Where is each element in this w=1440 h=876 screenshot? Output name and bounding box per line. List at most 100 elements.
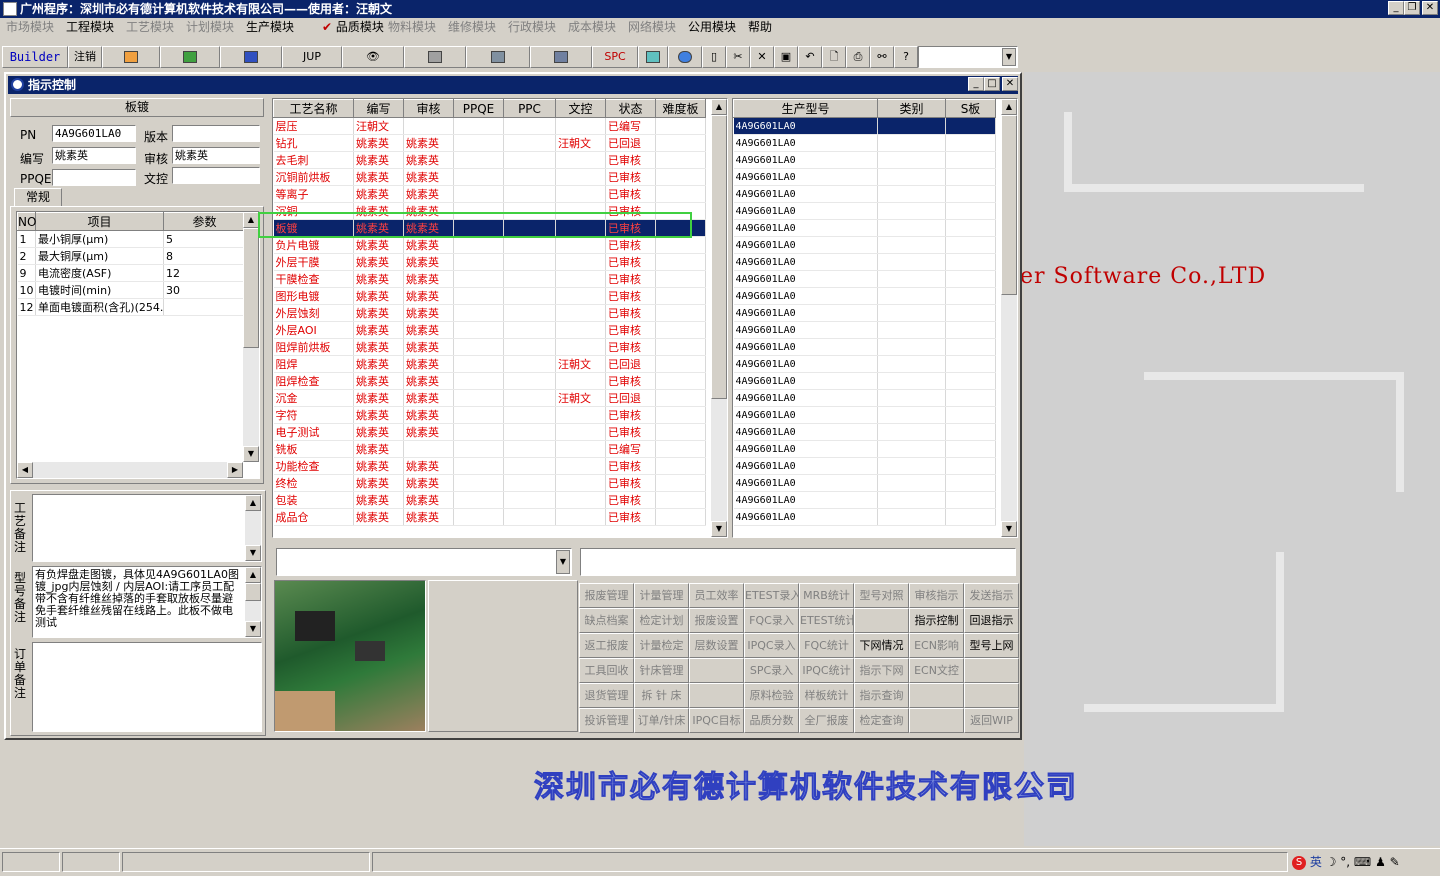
- process-row[interactable]: 外层干膜 姚素英 姚素英 已审核: [273, 253, 706, 271]
- jup-button[interactable]: JUP: [282, 46, 342, 68]
- process-row[interactable]: 钻孔 姚素英 姚素英 汪朝文 已回退: [273, 134, 706, 152]
- process-row[interactable]: 成品仓 姚素英 姚素英 已审核: [273, 508, 706, 526]
- function-button[interactable]: 工具回收: [579, 658, 634, 683]
- function-button[interactable]: 检定查询: [854, 708, 909, 733]
- scroll-down-icon[interactable]: ▼: [245, 545, 261, 561]
- undo-button[interactable]: ↶: [798, 46, 822, 68]
- preview-button[interactable]: 🗋: [822, 46, 846, 68]
- function-button[interactable]: FQC统计: [799, 633, 854, 658]
- model-row[interactable]: 4A9G601LA0: [733, 389, 996, 407]
- function-button[interactable]: [689, 658, 744, 683]
- function-button[interactable]: 返回WIP: [964, 708, 1019, 733]
- process-col-header[interactable]: 工艺名称: [273, 99, 354, 118]
- function-button[interactable]: [854, 608, 909, 633]
- function-button[interactable]: 型号对照: [854, 583, 909, 608]
- process-col-header[interactable]: 状态: [605, 99, 656, 118]
- function-button[interactable]: 检定计划: [634, 608, 689, 633]
- function-button[interactable]: 品质分数: [744, 708, 799, 733]
- model-note-vscroll[interactable]: ▲ ▼: [245, 567, 261, 637]
- param-row[interactable]: 2 最大铜厚(μm) 8: [17, 247, 246, 265]
- scroll-up-icon[interactable]: ▲: [245, 495, 261, 511]
- builder-button[interactable]: Builder: [2, 46, 68, 68]
- function-button[interactable]: SPC录入: [744, 658, 799, 683]
- print-button[interactable]: ⎙: [846, 46, 870, 68]
- process-row[interactable]: 沉铜前烘板 姚素英 姚素英 已审核: [273, 168, 706, 186]
- function-button[interactable]: MRB统计: [799, 583, 854, 608]
- process-row[interactable]: 铣板 姚素英 已编写: [273, 440, 706, 458]
- menu-item-0[interactable]: 市场模块: [6, 18, 54, 36]
- cut-button[interactable]: ✂: [726, 46, 750, 68]
- order-note-field[interactable]: [32, 642, 262, 732]
- ppqe-field[interactable]: [52, 169, 136, 186]
- menu-item-7[interactable]: 维修模块: [448, 18, 496, 36]
- model-row[interactable]: 4A9G601LA0: [733, 406, 996, 424]
- model-row[interactable]: 4A9G601LA0: [733, 491, 996, 509]
- craft-note-vscroll[interactable]: ▲ ▼: [245, 495, 261, 561]
- close-icon[interactable]: ✕: [1422, 1, 1438, 15]
- process-col-header[interactable]: 编写: [353, 99, 404, 118]
- param-hscroll[interactable]: ◀ ▶: [17, 462, 243, 478]
- process-col-header[interactable]: PPC: [503, 99, 556, 118]
- calc-button[interactable]: [638, 46, 668, 68]
- process-col-header[interactable]: PPQE: [453, 99, 504, 118]
- scroll-up-icon[interactable]: ▲: [243, 212, 259, 228]
- doc-control-field[interactable]: [172, 167, 260, 184]
- model-row[interactable]: 4A9G601LA0: [733, 134, 996, 152]
- function-button[interactable]: 报废设置: [689, 608, 744, 633]
- menu-item-9[interactable]: 成本模块: [568, 18, 616, 36]
- process-row[interactable]: 沉金 姚素英 姚素英 汪朝文 已回退: [273, 389, 706, 407]
- function-button[interactable]: 型号上网: [964, 633, 1019, 658]
- model-row[interactable]: 4A9G601LA0: [733, 338, 996, 356]
- function-button[interactable]: ETEST录入: [744, 583, 799, 608]
- scroll-thumb[interactable]: [711, 115, 727, 399]
- ime-tray[interactable]: S 英 ☽ °, ⌨ ♟ ✎: [1292, 853, 1438, 873]
- function-button[interactable]: 发送指示: [964, 583, 1019, 608]
- scroll-down-icon[interactable]: ▼: [243, 446, 259, 462]
- model-row[interactable]: 4A9G601LA0: [733, 253, 996, 271]
- process-row[interactable]: 干膜检查 姚素英 姚素英 已审核: [273, 270, 706, 288]
- function-button[interactable]: 下网情况: [854, 633, 909, 658]
- function-button[interactable]: [964, 683, 1019, 708]
- ie-button[interactable]: [668, 46, 702, 68]
- function-button[interactable]: IPQC统计: [799, 658, 854, 683]
- process-row[interactable]: 功能检查 姚素英 姚素英 已审核: [273, 457, 706, 475]
- save-button[interactable]: ▣: [774, 46, 798, 68]
- param-row[interactable]: 9 电流密度(ASF) 12: [17, 264, 246, 282]
- model-row[interactable]: 4A9G601LA0: [733, 423, 996, 441]
- menu-item-5[interactable]: ✔ 品质模块: [322, 18, 384, 36]
- menu-item-8[interactable]: 行政模块: [508, 18, 556, 36]
- version-field[interactable]: [172, 125, 260, 142]
- spc-button[interactable]: SPC: [592, 46, 638, 68]
- toolbar-combo[interactable]: ▼: [918, 46, 1018, 68]
- view-button[interactable]: 👁: [342, 46, 404, 68]
- model-row[interactable]: 4A9G601LA0: [733, 117, 996, 135]
- menu-item-2[interactable]: 工艺模块: [126, 18, 174, 36]
- menu-item-10[interactable]: 网络模块: [628, 18, 676, 36]
- tab-general[interactable]: 常规: [14, 188, 62, 206]
- model-row[interactable]: 4A9G601LA0: [733, 355, 996, 373]
- menu-item-4[interactable]: 生产模块: [246, 18, 294, 36]
- function-button[interactable]: 报废管理: [579, 583, 634, 608]
- model-row[interactable]: 4A9G601LA0: [733, 372, 996, 390]
- function-button[interactable]: 拆 针 床: [634, 683, 689, 708]
- function-button[interactable]: ETEST统计: [799, 608, 854, 633]
- model-row[interactable]: 4A9G601LA0: [733, 287, 996, 305]
- process-row[interactable]: 阻焊前烘板 姚素英 姚素英 已审核: [273, 338, 706, 356]
- excel-button[interactable]: [160, 46, 220, 68]
- process-row[interactable]: 外层蚀刻 姚素英 姚素英 已审核: [273, 304, 706, 322]
- process-row[interactable]: 等离子 姚素英 姚素英 已审核: [273, 185, 706, 203]
- powerpoint-button[interactable]: [102, 46, 160, 68]
- process-row[interactable]: 包装 姚素英 姚素英 已审核: [273, 491, 706, 509]
- function-button[interactable]: FQC录入: [744, 608, 799, 633]
- function-button[interactable]: 返工报废: [579, 633, 634, 658]
- process-vscroll[interactable]: ▲ ▼: [711, 99, 727, 537]
- scroll-up-icon[interactable]: ▲: [245, 567, 261, 583]
- param-vscroll[interactable]: ▲ ▼: [243, 212, 259, 462]
- model-row[interactable]: 4A9G601LA0: [733, 236, 996, 254]
- function-button[interactable]: 指示控制: [909, 608, 964, 633]
- function-button[interactable]: ECN文控: [909, 658, 964, 683]
- function-button[interactable]: 缺点档案: [579, 608, 634, 633]
- model-row[interactable]: 4A9G601LA0: [733, 474, 996, 492]
- menu-item-1[interactable]: 工程模块: [66, 18, 114, 36]
- process-col-header[interactable]: 审核: [403, 99, 454, 118]
